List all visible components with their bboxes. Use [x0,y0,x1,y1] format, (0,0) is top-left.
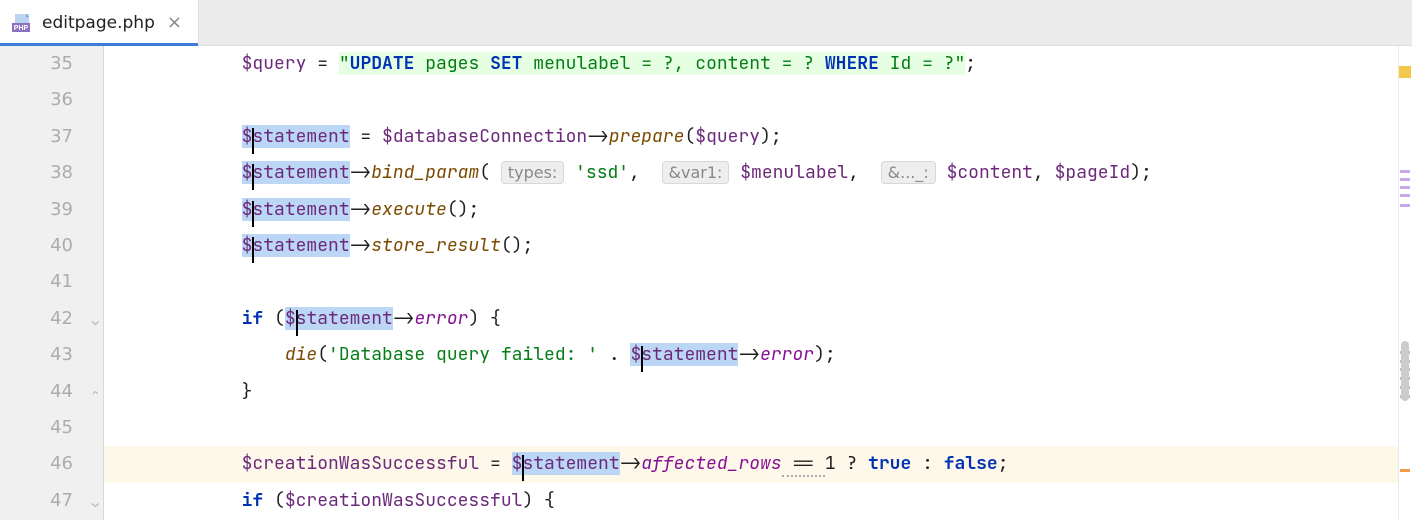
stripe-mark[interactable] [1400,178,1410,181]
svg-text:PHP: PHP [14,25,29,32]
selected-variable: $statement [242,198,350,221]
function: die [285,343,317,366]
property: affected_rows [641,452,781,475]
code-line[interactable]: $query = "UPDATE pages SET menulabel = ?… [104,46,1412,82]
fold-toggle-icon[interactable]: ⌃ [92,386,99,402]
line-number: 39 [0,192,73,228]
property: error [760,343,814,366]
method: execute [371,198,447,221]
line-number: 38 [0,155,73,191]
line-number: 44 [0,374,73,410]
selected-variable: $statement [242,161,350,184]
variable: $query [695,125,760,148]
method: store_result [371,234,501,257]
stripe-mark[interactable] [1400,194,1410,197]
selected-variable: $statement [242,234,350,257]
stripe-mark[interactable] [1400,170,1410,173]
param-hint: &var1: [662,161,730,184]
error-stripe[interactable] [1398,46,1412,520]
line-number-gutter: 35363738394041424344454647 ⌄ ⌃ ⌄ [0,46,104,520]
selected-variable: $statement [285,307,393,330]
selected-variable: $statement [512,452,620,475]
stripe-mark[interactable] [1399,66,1411,78]
keyword: true [868,452,911,475]
line-number: 36 [0,82,73,118]
code-line[interactable]: $statement->execute(); [104,192,1412,228]
code-line[interactable]: if ($creationWasSuccessful) { [104,483,1412,519]
code-line[interactable] [104,82,1412,118]
variable: $menulabel [729,161,848,184]
code-line[interactable]: } [104,374,1412,410]
code-line[interactable]: $creationWasSuccessful = $statement->aff… [104,446,1412,482]
variable: $creationWasSuccessful [242,452,480,475]
variable: $query [242,52,307,75]
method: prepare [609,125,685,148]
variable: $content [936,161,1033,184]
tab-filename: editpage.php [42,13,155,33]
php-file-icon: PHP [12,14,34,32]
fold-toggle-icon[interactable]: ⌄ [92,495,99,511]
method: bind_param [371,161,479,184]
stripe-mark[interactable] [1400,469,1410,472]
code-line[interactable] [104,410,1412,446]
param-hint: types: [501,161,564,184]
string: 'Database query failed: ' [328,343,598,366]
line-number: 46 [0,446,73,482]
line-number: 42 [0,301,73,337]
param-hint: &..._: [881,161,936,184]
close-icon[interactable]: × [163,12,186,33]
string: menulabel = ?, content = ? [522,52,824,75]
string: pages [414,52,490,75]
line-number: 45 [0,410,73,446]
code-line[interactable]: $statement->store_result(); [104,228,1412,264]
code-line[interactable]: $statement = $databaseConnection->prepar… [104,119,1412,155]
code-line[interactable]: die('Database query failed: ' . $stateme… [104,337,1412,373]
variable: $databaseConnection [382,125,587,148]
line-number: 41 [0,264,73,300]
string: 'ssd' [564,161,629,184]
sql-keyword: SET [490,52,522,75]
code-line[interactable]: $statement->bind_param( types: 'ssd', &v… [104,155,1412,191]
line-number: 43 [0,337,73,373]
line-number: 40 [0,228,73,264]
fold-toggle-icon[interactable]: ⌄ [92,313,99,329]
property: error [414,307,468,330]
keyword: if [242,307,264,330]
sql-keyword: UPDATE [350,52,415,75]
stripe-mark[interactable] [1400,186,1410,189]
fold-column: ⌄ ⌃ ⌄ [81,46,103,520]
tab-bar: PHP editpage.php × [0,0,1412,46]
string: Id = ?" [879,52,965,75]
sql-keyword: WHERE [825,52,879,75]
code-editor[interactable]: 35363738394041424344454647 ⌄ ⌃ ⌄ $query = "… [0,46,1412,520]
string: " [339,52,350,75]
code-line[interactable] [104,264,1412,300]
keyword: false [944,452,998,475]
selected-variable: $statement [242,125,350,148]
file-tab[interactable]: PHP editpage.php × [0,0,199,45]
line-number: 47 [0,483,73,519]
variable: $pageId [1055,161,1131,184]
variable: $creationWasSuccessful [285,489,523,512]
stripe-mark[interactable] [1400,204,1410,207]
selected-variable: $statement [630,343,738,366]
code-area[interactable]: $query = "UPDATE pages SET menulabel = ?… [104,46,1412,520]
keyword: if [242,489,264,512]
line-number: 37 [0,119,73,155]
stripe-mark[interactable] [1401,341,1409,401]
line-number: 35 [0,46,73,82]
code-line[interactable]: if ($statement->error) { [104,301,1412,337]
